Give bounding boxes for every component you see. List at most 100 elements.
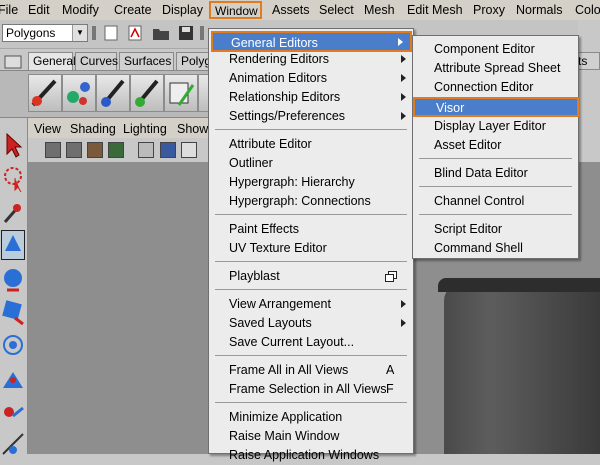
menu-item-saved-layouts[interactable]: Saved Layouts: [209, 314, 413, 333]
menu-item-hypergraph-connections[interactable]: Hypergraph: Connections: [209, 192, 413, 211]
submenu-item-asset-editor[interactable]: Asset Editor: [413, 136, 578, 155]
pdf-icon[interactable]: [128, 25, 142, 41]
select-tool-icon[interactable]: [1, 130, 25, 160]
submenu-item-connection-editor[interactable]: Connection Editor: [413, 78, 578, 97]
menu-item-label: General Editors: [231, 36, 318, 50]
submenu-item-command-shell[interactable]: Command Shell: [413, 239, 578, 258]
menu-item-label: Frame All in All Views: [229, 363, 349, 377]
menu-select[interactable]: Select: [319, 3, 354, 17]
shelf-tab-general[interactable]: General: [28, 52, 76, 70]
menu-item-frame-all[interactable]: Frame All in All Views A: [209, 361, 413, 380]
lasso-tool-icon[interactable]: [1, 164, 25, 194]
menu-normals[interactable]: Normals: [516, 3, 563, 17]
menu-item-minimize-application[interactable]: Minimize Application: [209, 408, 413, 427]
menu-item-label: Channel Control: [434, 194, 525, 208]
menu-item-label: Frame Selection in All Views: [229, 382, 387, 396]
brush-blue-icon[interactable]: [96, 74, 130, 112]
menu-item-label: Animation Editors: [229, 71, 327, 85]
grid-toggle-icon[interactable]: [138, 142, 154, 158]
separator-icon: [200, 26, 204, 40]
menu-item-relationship-editors[interactable]: Relationship Editors: [209, 88, 413, 107]
menu-item-label: Relationship Editors: [229, 90, 341, 104]
submenu-item-attribute-spread-sheet[interactable]: Attribute Spread Sheet: [413, 59, 578, 78]
panel-menu-view[interactable]: View: [34, 122, 61, 136]
menu-display[interactable]: Display: [162, 3, 203, 17]
shelf-tab-surfaces[interactable]: Surfaces: [119, 52, 174, 70]
menu-color[interactable]: Colo: [575, 3, 600, 17]
menu-item-rendering-editors[interactable]: Rendering Editors: [209, 50, 413, 69]
menu-item-label: Paint Effects: [229, 222, 299, 236]
scale-tool-icon[interactable]: [1, 296, 25, 326]
shelf-tabs-icon[interactable]: [4, 54, 22, 70]
submenu-item-channel-control[interactable]: Channel Control: [413, 192, 578, 211]
universal-manipulator-icon[interactable]: [1, 330, 25, 360]
menu-set-value: Polygons: [6, 26, 56, 40]
shelf-tab-curves[interactable]: Curves: [75, 52, 118, 70]
brush-green-icon[interactable]: [130, 74, 164, 112]
panel-menu-show[interactable]: Show: [177, 122, 208, 136]
menu-item-attribute-editor[interactable]: Attribute Editor: [209, 135, 413, 154]
menu-item-label: Raise Application Windows: [229, 448, 380, 462]
paint-spheres-icon[interactable]: [62, 74, 96, 112]
new-scene-icon[interactable]: [104, 25, 118, 41]
menu-shortcut: F: [386, 382, 394, 396]
menu-item-frame-selection[interactable]: Frame Selection in All Views F: [209, 380, 413, 399]
menu-item-settings-preferences[interactable]: Settings/Preferences: [209, 107, 413, 126]
scene-object[interactable]: [444, 283, 600, 454]
general-editors-submenu: Component Editor Attribute Spread Sheet …: [412, 35, 579, 259]
panel-menu-shading[interactable]: Shading: [70, 122, 116, 136]
film-gate-icon[interactable]: [160, 142, 176, 158]
menu-assets[interactable]: Assets: [272, 3, 310, 17]
menu-separator: [215, 129, 407, 130]
rotate-tool-icon[interactable]: [1, 264, 25, 294]
menu-edit-mesh[interactable]: Edit Mesh: [407, 3, 463, 17]
window-menu: General Editors Rendering Editors Animat…: [208, 28, 414, 462]
shelf-tab-polygons[interactable]: Polyg: [176, 52, 212, 70]
camera-attributes-icon[interactable]: [66, 142, 82, 158]
brush-red-icon[interactable]: [28, 74, 62, 112]
menu-item-label: Hypergraph: Connections: [229, 194, 371, 208]
menu-proxy[interactable]: Proxy: [473, 3, 505, 17]
menu-item-raise-application-windows[interactable]: Raise Application Windows: [209, 446, 413, 465]
menu-modify[interactable]: Modify: [62, 3, 99, 17]
panel-menu-lighting[interactable]: Lighting: [123, 122, 167, 136]
menu-item-playblast[interactable]: Playblast: [209, 267, 413, 286]
camera-select-icon[interactable]: [45, 142, 61, 158]
submenu-item-component-editor[interactable]: Component Editor: [413, 40, 578, 59]
paint-canvas-icon[interactable]: [164, 74, 198, 112]
image-plane-icon[interactable]: [108, 142, 124, 158]
menu-item-label: Attribute Editor: [229, 137, 312, 151]
option-box-icon[interactable]: [385, 271, 397, 282]
menu-item-general-editors[interactable]: General Editors: [211, 31, 412, 52]
menu-item-save-current-layout[interactable]: Save Current Layout...: [209, 333, 413, 352]
submenu-item-visor[interactable]: Visor: [413, 97, 579, 117]
show-manipulator-icon[interactable]: [1, 398, 25, 428]
menu-item-paint-effects[interactable]: Paint Effects: [209, 220, 413, 239]
menu-item-view-arrangement[interactable]: View Arrangement: [209, 295, 413, 314]
menu-mesh[interactable]: Mesh: [364, 3, 395, 17]
menu-item-hypergraph-hierarchy[interactable]: Hypergraph: Hierarchy: [209, 173, 413, 192]
soft-modification-icon[interactable]: [1, 364, 25, 394]
resolution-gate-icon[interactable]: [181, 142, 197, 158]
bookmark-icon[interactable]: [87, 142, 103, 158]
menu-edit[interactable]: Edit: [28, 3, 50, 17]
submenu-item-script-editor[interactable]: Script Editor: [413, 220, 578, 239]
menu-window[interactable]: Window: [209, 1, 262, 19]
open-folder-icon[interactable]: [152, 25, 170, 41]
menu-create[interactable]: Create: [114, 3, 152, 17]
menu-separator: [419, 158, 572, 159]
menu-file[interactable]: File: [0, 3, 18, 17]
paint-select-tool-icon[interactable]: [1, 198, 25, 228]
menu-item-label: Script Editor: [434, 222, 503, 236]
menu-item-outliner[interactable]: Outliner: [209, 154, 413, 173]
menu-set-dropdown[interactable]: Polygons ▼: [2, 24, 88, 42]
save-icon[interactable]: [178, 25, 194, 41]
menu-item-uv-texture-editor[interactable]: UV Texture Editor: [209, 239, 413, 258]
main-menubar: File Edit Modify Create Display Window A…: [0, 0, 600, 21]
move-tool-icon[interactable]: [1, 230, 25, 260]
menu-item-animation-editors[interactable]: Animation Editors: [209, 69, 413, 88]
submenu-item-blind-data-editor[interactable]: Blind Data Editor: [413, 164, 578, 183]
menu-item-raise-main-window[interactable]: Raise Main Window: [209, 427, 413, 446]
submenu-item-display-layer-editor[interactable]: Display Layer Editor: [413, 117, 578, 136]
last-tool-icon[interactable]: [1, 430, 25, 460]
